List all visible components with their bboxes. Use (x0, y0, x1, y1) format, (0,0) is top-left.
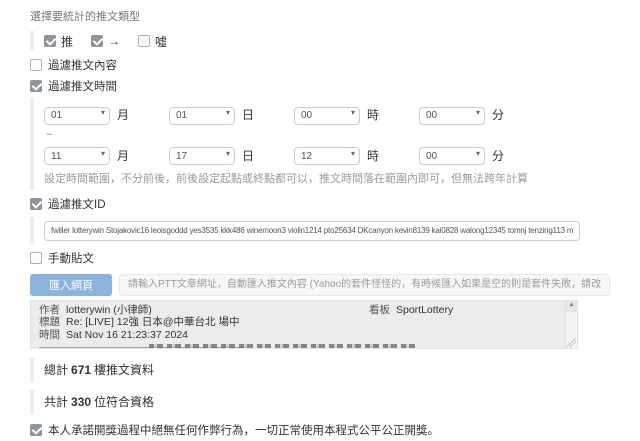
time-to-row: 11 ▾ 月 17 ▾ 日 12 ▾ 時 00 ▾ 分 (44, 146, 610, 165)
filter-content-label: 過濾推文內容 (48, 60, 117, 72)
time-range-block: 01 ▾ 月 01 ▾ 日 00 ▾ 時 00 ▾ 分 ~ 11 ▾ 月 17 ▾ (30, 99, 610, 190)
arrow-label: → (108, 34, 121, 48)
arrow-checkbox[interactable] (91, 35, 104, 47)
time-range-note: 設定時間範圍，不分前後，前後設定起點或終點都可以，推文時間落在範圍內即可，但無法… (44, 173, 528, 185)
title-label: 標題 (39, 316, 60, 329)
import-url-input[interactable] (119, 273, 610, 296)
author-label: 作者 (39, 303, 60, 316)
month-unit-label: 月 (117, 148, 130, 163)
board-value: SportLottery (396, 303, 454, 316)
from-day-select[interactable]: 01 (169, 106, 235, 125)
qualified-suffix: 位符合資格 (94, 394, 155, 409)
article-time-line: 時間 Sat Nov 16 21:23:37 2024 (39, 329, 561, 342)
from-hour-select[interactable]: 00 (294, 106, 360, 125)
push-checkbox[interactable] (44, 35, 56, 47)
to-hour-select[interactable]: 12 (294, 147, 360, 165)
hour-unit-label: 時 (367, 148, 380, 163)
manual-post-row: 手動貼文 (30, 250, 610, 266)
filter-time-row: 過濾推文時間 (30, 78, 610, 94)
total-prefix: 總計 (44, 362, 69, 377)
push-type-options: 推 → 噓 (30, 31, 610, 51)
filter-content-checkbox[interactable] (30, 59, 42, 71)
lottery-tool-page: 選擇要統計的推文類型 推 → 噓 過濾推文內容 過濾推文時間 01 ▾ 月 01… (0, 0, 640, 441)
push-label: 推 (61, 34, 74, 49)
hour-unit-label: 時 (367, 108, 380, 123)
push-type-title: 選擇要統計的推文類型 (30, 11, 140, 23)
qualified-stat: 共計 330 位符合資格 (30, 389, 610, 413)
article-title-line: 標題 Re: [LIVE] 12強 日本@中華台北 場中 (39, 316, 561, 329)
minute-unit-label: 分 (492, 108, 505, 123)
day-unit-label: 日 (242, 108, 255, 123)
filter-time-checkbox[interactable] (30, 80, 42, 92)
scroll-up-icon[interactable]: ▲ (566, 300, 577, 312)
filter-id-label: 過濾推文ID (48, 199, 106, 211)
manual-post-label: 手動貼文 (48, 252, 94, 265)
manual-post-checkbox[interactable] (30, 251, 42, 264)
to-day-select[interactable]: 17 (169, 147, 235, 165)
from-minute-select[interactable]: 00 (419, 106, 485, 125)
push-option: 推 (44, 33, 73, 50)
filter-content-row: 過濾推文內容 (30, 57, 610, 73)
filter-time-label: 過濾推文時間 (48, 81, 117, 93)
time-label: 時間 (39, 329, 60, 342)
month-unit-label: 月 (117, 108, 130, 123)
filter-id-row: 過濾推文ID (30, 196, 610, 212)
article-preview-textarea[interactable]: 作者 lotterywin (小律師) 看板 SportLottery 標題 R… (30, 299, 578, 349)
id-filter-input[interactable] (44, 220, 580, 241)
total-stat: 總計 671 樓推文資料 (30, 357, 610, 381)
total-suffix: 樓推文資料 (94, 362, 155, 377)
minute-unit-label: 分 (492, 148, 505, 163)
clipped-text-line (149, 343, 417, 348)
time-range-separator: ~ (46, 128, 53, 141)
to-month-select[interactable]: 11 (44, 147, 110, 165)
filter-id-checkbox[interactable] (30, 198, 42, 210)
time-from-row: 01 ▾ 月 01 ▾ 日 00 ▾ 時 00 ▾ 分 (44, 105, 610, 125)
qualified-count: 330 (71, 394, 92, 409)
boo-label: 噓 (155, 34, 168, 49)
id-filter-block (30, 217, 610, 244)
article-header-line: 作者 lotterywin (小律師) 看板 SportLottery (39, 304, 561, 317)
boo-checkbox[interactable] (138, 35, 151, 47)
promise-label: 本人承諾開獎過程中絕無任何作弊行為，一切正常使用本程式公平公正開獎。 (48, 424, 439, 437)
board-label: 看板 (369, 303, 390, 316)
resize-grip-icon[interactable] (567, 337, 576, 347)
boo-option: 噓 (138, 33, 167, 50)
total-count: 671 (71, 362, 92, 377)
title-value: Re: [LIVE] 12強 日本@中華台北 場中 (66, 316, 240, 329)
from-month-select[interactable]: 01 (44, 106, 110, 125)
time-value: Sat Nov 16 21:23:37 2024 (66, 329, 189, 342)
import-row: 匯入網頁 (30, 273, 610, 296)
arrow-option: → (91, 34, 120, 48)
author-value: lotterywin (小律師) (66, 303, 152, 316)
day-unit-label: 日 (242, 148, 255, 163)
promise-row: 本人承諾開獎過程中絕無任何作弊行為，一切正常使用本程式公平公正開獎。 (30, 422, 610, 438)
to-minute-select[interactable]: 00 (419, 147, 485, 165)
qualified-prefix: 共計 (44, 394, 69, 409)
promise-checkbox[interactable] (30, 423, 42, 436)
import-url-button[interactable]: 匯入網頁 (30, 273, 112, 296)
